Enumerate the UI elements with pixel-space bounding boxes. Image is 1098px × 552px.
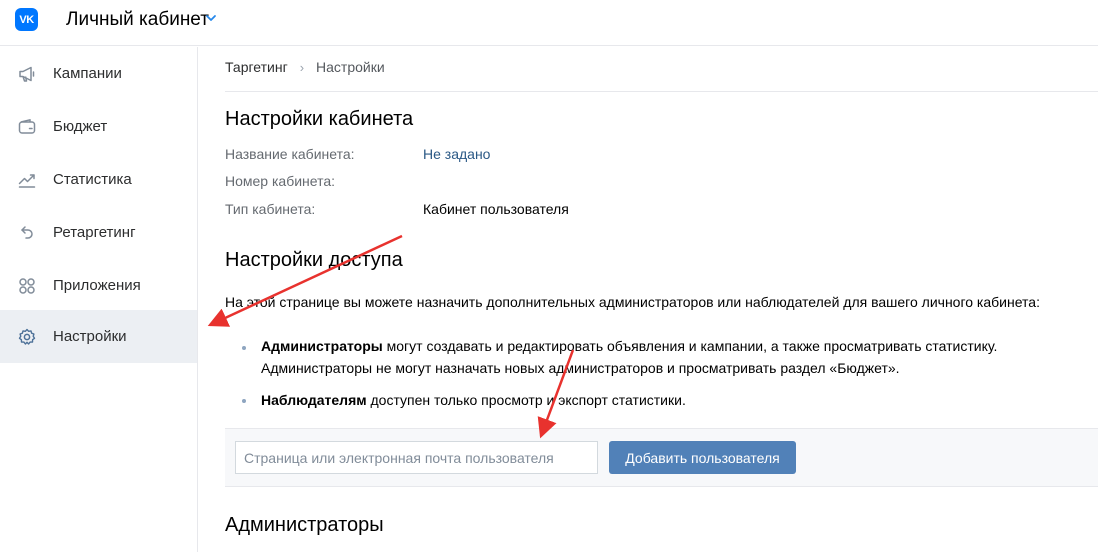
sidebar-item-settings[interactable]: Настройки xyxy=(0,310,197,363)
add-user-button[interactable]: Добавить пользователя xyxy=(609,441,796,474)
breadcrumb-separator: › xyxy=(299,59,305,75)
sidebar-item-label: Настройки xyxy=(53,328,127,345)
cabinet-name-link[interactable]: Не задано xyxy=(423,146,490,162)
apps-grid-icon xyxy=(16,275,38,297)
sidebar-item-budget[interactable]: Бюджет xyxy=(0,100,197,153)
megaphone-icon xyxy=(16,63,38,85)
breadcrumb-parent-link[interactable]: Таргетинг xyxy=(225,59,288,75)
wallet-icon xyxy=(16,116,38,138)
cabinet-switcher-title[interactable]: Личный кабинет xyxy=(66,9,209,31)
admins-bold-label: Администраторы xyxy=(261,338,383,354)
divider xyxy=(225,91,1098,92)
sidebar-item-label: Приложения xyxy=(53,277,141,294)
cabinet-type-label: Тип кабинета: xyxy=(225,201,316,217)
observers-description: Наблюдателям доступен только просмотр и … xyxy=(261,389,686,411)
cabinet-number-label: Номер кабинета: xyxy=(225,173,336,189)
bullet-dot xyxy=(242,399,248,405)
sidebar-item-label: Ретаргетинг xyxy=(53,224,136,241)
cabinet-settings-title: Настройки кабинета xyxy=(225,108,414,130)
access-settings-title: Настройки доступа xyxy=(225,249,403,271)
chevron-down-icon[interactable] xyxy=(205,12,217,24)
sidebar-item-label: Кампании xyxy=(53,65,122,82)
sidebar-item-retargeting[interactable]: Ретаргетинг xyxy=(0,206,197,259)
breadcrumb: Таргетинг › Настройки xyxy=(225,59,385,75)
vk-logo[interactable]: VK xyxy=(15,8,38,31)
sidebar-item-campaigns[interactable]: Кампании xyxy=(0,47,197,100)
admins-text-line-2: Администраторы не могут назначать новых … xyxy=(261,360,900,376)
gear-icon xyxy=(16,326,38,348)
admins-text-line-1: могут создавать и редактировать объявлен… xyxy=(382,338,998,354)
cabinet-name-label: Название кабинета: xyxy=(225,146,355,162)
administrators-title: Администраторы xyxy=(225,514,384,536)
sidebar-item-label: Бюджет xyxy=(53,118,108,135)
sidebar-item-statistics[interactable]: Статистика xyxy=(0,153,197,206)
top-header: VK Личный кабинет xyxy=(0,0,1098,46)
chart-line-icon xyxy=(16,169,38,191)
access-intro-text: На этой странице вы можете назначить доп… xyxy=(225,294,1040,310)
sidebar-item-apps[interactable]: Приложения xyxy=(0,259,197,312)
cabinet-type-value: Кабинет пользователя xyxy=(423,201,569,217)
sidebar-item-label: Статистика xyxy=(53,171,132,188)
observers-bold-label: Наблюдателям xyxy=(261,392,367,408)
bullet-dot xyxy=(242,346,248,352)
admins-description: Администраторы могут создавать и редакти… xyxy=(261,335,997,379)
observers-text: доступен только просмотр и экспорт стати… xyxy=(366,392,686,408)
sidebar: Кампании Бюджет Статистика Ретаргетинг П… xyxy=(0,47,198,552)
user-search-input[interactable] xyxy=(235,441,598,474)
breadcrumb-current: Настройки xyxy=(316,59,385,75)
undo-arrow-icon xyxy=(16,222,38,244)
